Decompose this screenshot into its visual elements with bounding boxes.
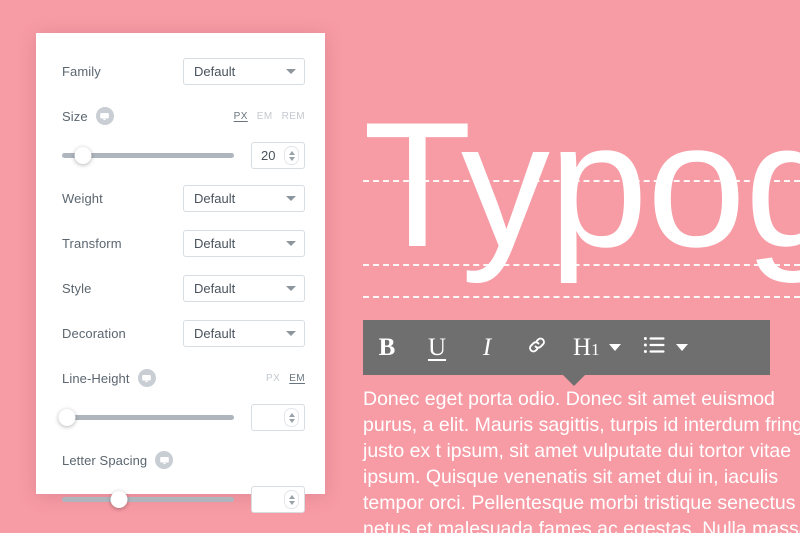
unit-size-px[interactable]: PX	[234, 111, 248, 122]
device-monitor-icon[interactable]	[137, 369, 156, 387]
control-row-line-height: Line-Height PX EM	[62, 362, 305, 394]
unit-switcher-size: PX EM REM	[234, 111, 305, 122]
italic-icon: I	[482, 334, 492, 361]
slider-letter-spacing-track	[62, 497, 234, 502]
slider-line-height-track	[62, 415, 234, 420]
underline-icon: U	[427, 334, 447, 361]
slider-size[interactable]	[62, 146, 234, 166]
label-transform: Transform	[62, 235, 122, 251]
bullet-list-icon	[643, 335, 667, 360]
slider-line-height[interactable]	[58, 408, 234, 428]
slider-line-height-thumb[interactable]	[58, 409, 76, 426]
label-letter-spacing: Letter Spacing	[62, 452, 148, 468]
chevron-down-icon[interactable]	[288, 418, 295, 423]
label-size: Size	[62, 108, 88, 124]
select-weight-value: Default	[194, 190, 236, 206]
guide-line-descender	[363, 296, 800, 298]
guide-line-baseline	[363, 264, 800, 266]
control-row-style: Style Default	[62, 272, 305, 304]
chevron-down-icon[interactable]	[288, 156, 295, 161]
select-decoration-value: Default	[194, 325, 236, 341]
select-decoration[interactable]: Default	[183, 319, 305, 347]
stepper-size[interactable]	[284, 146, 299, 165]
select-transform-value: Default	[194, 235, 236, 251]
select-weight[interactable]: Default	[183, 184, 305, 212]
heading-icon: H1	[573, 334, 600, 361]
device-monitor-icon[interactable]	[155, 451, 174, 469]
control-row-weight: Weight Default	[62, 182, 305, 214]
toolbar-underline-button[interactable]: U	[423, 328, 451, 368]
label-decoration: Decoration	[62, 325, 126, 341]
toolbar-italic-button[interactable]: I	[473, 328, 501, 368]
unit-line-height-px[interactable]: PX	[266, 373, 280, 384]
control-row-decoration: Decoration Default	[62, 317, 305, 349]
chevron-down-icon[interactable]	[288, 500, 295, 505]
unit-line-height-em[interactable]: EM	[289, 373, 305, 384]
bold-icon: B	[378, 334, 396, 361]
number-input-size-value: 20	[261, 148, 276, 163]
slider-row-letter-spacing	[62, 486, 305, 513]
select-transform[interactable]: Default	[183, 229, 305, 257]
number-input-size[interactable]: 20	[251, 142, 305, 169]
select-family-value: Default	[194, 63, 236, 79]
control-row-size: Size PX EM REM	[62, 100, 305, 132]
number-input-line-height[interactable]	[251, 404, 305, 431]
toolbar-list-button[interactable]	[643, 328, 688, 368]
slider-letter-spacing[interactable]	[62, 490, 234, 510]
select-style[interactable]: Default	[183, 274, 305, 302]
label-weight: Weight	[62, 190, 103, 206]
select-family[interactable]: Default	[183, 57, 305, 85]
heading-preview-text: Typogr	[363, 85, 800, 284]
chevron-up-icon[interactable]	[288, 494, 295, 499]
slider-row-size: 20	[62, 142, 305, 169]
rich-text-toolbar: B U I H1	[363, 320, 770, 386]
chevron-up-icon[interactable]	[288, 150, 295, 155]
toolbar-bold-button[interactable]: B	[373, 328, 401, 368]
slider-size-thumb[interactable]	[74, 147, 92, 164]
link-icon	[525, 333, 549, 362]
control-row-letter-spacing: Letter Spacing	[62, 444, 305, 476]
typography-settings-panel: Family Default Size PX EM REM 20 Weight …	[36, 33, 325, 513]
chevron-up-icon[interactable]	[288, 412, 295, 417]
select-style-value: Default	[194, 280, 236, 296]
label-line-height: Line-Height	[62, 370, 130, 386]
device-monitor-icon[interactable]	[95, 107, 114, 125]
chevron-down-icon	[286, 68, 296, 74]
guide-line-x-height	[363, 180, 800, 182]
control-row-family: Family Default	[62, 55, 305, 87]
stepper-line-height[interactable]	[284, 408, 299, 427]
unit-switcher-line-height: PX EM	[266, 373, 305, 384]
stepper-letter-spacing[interactable]	[284, 490, 299, 509]
unit-size-em[interactable]: EM	[257, 111, 273, 122]
toolbar-heading-button[interactable]: H1	[573, 328, 621, 368]
slider-letter-spacing-thumb[interactable]	[110, 491, 128, 508]
unit-size-rem[interactable]: REM	[282, 111, 305, 122]
label-family: Family	[62, 63, 101, 79]
label-style: Style	[62, 280, 92, 296]
toolbar-link-button[interactable]	[523, 328, 551, 368]
body-preview-text: Donec eget porta odio. Donec sit amet eu…	[363, 388, 800, 533]
chevron-down-icon[interactable]	[608, 344, 621, 351]
chevron-down-icon	[286, 240, 296, 246]
control-row-transform: Transform Default	[62, 227, 305, 259]
chevron-down-icon	[286, 195, 296, 201]
slider-row-line-height	[58, 404, 305, 431]
chevron-down-icon	[286, 330, 296, 336]
chevron-down-icon[interactable]	[675, 344, 688, 351]
chevron-down-icon	[286, 285, 296, 291]
number-input-letter-spacing[interactable]	[251, 486, 305, 513]
